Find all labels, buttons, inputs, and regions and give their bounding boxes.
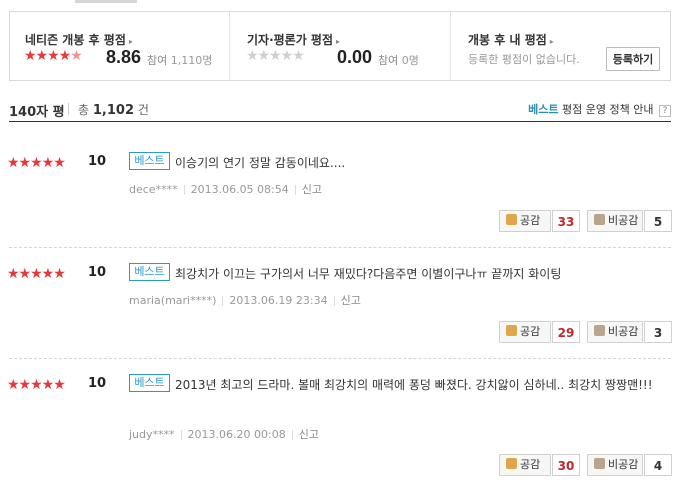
rating-summary: 네티즌 개봉 후 평점 ▸ ★★★★★ 8.86 참여 1,110명 기자·평론가…: [9, 11, 671, 81]
netizen-rating-title[interactable]: 네티즌 개봉 후 평점 ▸: [25, 31, 133, 48]
thumbs-up-icon: [506, 214, 517, 225]
critic-rating-title[interactable]: 기자·평론가 평점 ▸: [247, 31, 340, 48]
like-button[interactable]: 공감 33: [499, 210, 580, 232]
netizen-stars: ★★★★★: [24, 48, 83, 64]
critic-participants: 참여 0명: [378, 54, 419, 67]
review-text: 이승기의 연기 정말 감동이네요....: [175, 156, 346, 170]
divider: [68, 103, 69, 115]
review-date: 2013.06.20 00:08: [187, 428, 286, 441]
divider: [9, 247, 671, 248]
arrow-right-icon: ▸: [336, 37, 341, 46]
like-button[interactable]: 공감 29: [499, 321, 580, 343]
review-score: 10: [88, 265, 107, 280]
my-rating-title[interactable]: 개봉 후 내 평점 ▸: [468, 31, 554, 48]
best-badge: 베스트: [129, 152, 170, 170]
divider: [180, 430, 182, 440]
dislike-button[interactable]: 비공감 5: [587, 210, 672, 232]
review-meta: judy**** 2013.06.20 00:08 신고: [129, 426, 319, 442]
like-count: 33: [552, 210, 580, 232]
thumbs-down-icon: [594, 325, 605, 336]
review-score: 10: [88, 154, 107, 169]
review-meta: dece**** 2013.06.05 08:54 신고: [129, 181, 322, 197]
help-icon[interactable]: ?: [659, 105, 671, 117]
critic-stars: ★★★★★: [246, 48, 305, 64]
like-count: 30: [552, 454, 580, 476]
review-item: ★★★★★ 10 베스트 2013년 최고의 드라마. 볼매 최강치의 매력에 …: [7, 372, 672, 484]
review-user[interactable]: dece****: [129, 183, 178, 196]
netizen-score: 8.86: [106, 47, 142, 67]
register-button[interactable]: 등록하기: [606, 47, 660, 71]
review-item: ★★★★★ 10 베스트 최강치가 이끄는 구가의서 너무 재밌다?다음주면 이…: [7, 261, 672, 359]
arrow-right-icon: ▸: [128, 37, 133, 46]
review-total: 총 1,102 건: [78, 103, 149, 118]
review-text: 최강치가 이끄는 구가의서 너무 재밌다?다음주면 이별이구나ㅠ 끝까지 화이팅: [175, 267, 562, 281]
dislike-count: 4: [644, 454, 672, 476]
my-rating-desc: 등록한 평점이 없습니다.: [468, 53, 580, 66]
star-icon: ★★★★★: [7, 266, 66, 282]
like-button[interactable]: 공감 30: [499, 454, 580, 476]
thumbs-down-icon: [594, 458, 605, 469]
divider: [222, 296, 224, 306]
best-badge: 베스트: [129, 263, 170, 281]
critic-rating: 기자·평론가 평점 ▸ ★★★★★ 0.00 참여 0명: [229, 12, 450, 80]
review-user[interactable]: maria(mari****): [129, 294, 216, 307]
critic-score: 0.00: [337, 47, 373, 67]
best-badge: 베스트: [129, 374, 170, 392]
report-link[interactable]: 신고: [299, 428, 319, 441]
review-score: 10: [88, 376, 107, 391]
star-icon: ★★★★: [24, 48, 71, 64]
my-rating: 개봉 후 내 평점 ▸ 등록한 평점이 없습니다. 등록하기: [450, 12, 670, 80]
policy-link[interactable]: 베스트 평점 운영 정책 안내 ?: [528, 101, 671, 117]
review-date: 2013.06.19 23:34: [229, 294, 328, 307]
review-meta: maria(mari****) 2013.06.19 23:34 신고: [129, 292, 361, 308]
netizen-participants: 참여 1,110명: [147, 54, 213, 67]
divider: [9, 358, 671, 359]
dislike-button[interactable]: 비공감 3: [587, 321, 672, 343]
dislike-button[interactable]: 비공감 4: [587, 454, 672, 476]
netizen-rating: 네티즌 개봉 후 평점 ▸ ★★★★★ 8.86 참여 1,110명: [10, 12, 229, 80]
review-text: 2013년 최고의 드라마. 볼매 최강치의 매력에 퐁덩 빠졌다. 강치앓이 …: [175, 378, 653, 392]
top-tab-stub: [75, 0, 137, 3]
report-link[interactable]: 신고: [302, 183, 322, 196]
review-date: 2013.06.05 08:54: [190, 183, 289, 196]
divider: [333, 296, 335, 306]
thumbs-up-icon: [506, 458, 517, 469]
divider: [183, 185, 185, 195]
review-item: ★★★★★ 10 베스트 이승기의 연기 정말 감동이네요.... dece**…: [7, 150, 672, 248]
divider: [291, 430, 293, 440]
review-list-header: 140자 평 총 1,102 건 베스트 평점 운영 정책 안내 ?: [9, 98, 671, 122]
dislike-count: 3: [644, 321, 672, 343]
list-title: 140자 평: [9, 105, 65, 120]
thumbs-up-icon: [506, 325, 517, 336]
arrow-right-icon: ▸: [549, 37, 554, 46]
star-icon: ★★★★★: [7, 377, 66, 393]
divider: [294, 185, 296, 195]
star-icon: ★★★★★: [7, 155, 66, 171]
dislike-count: 5: [644, 210, 672, 232]
star-empty-icon: ★★★★★: [246, 48, 305, 64]
report-link[interactable]: 신고: [341, 294, 361, 307]
like-count: 29: [552, 321, 580, 343]
review-user[interactable]: judy****: [129, 428, 175, 441]
star-half-icon: ★: [70, 48, 83, 64]
thumbs-down-icon: [594, 214, 605, 225]
